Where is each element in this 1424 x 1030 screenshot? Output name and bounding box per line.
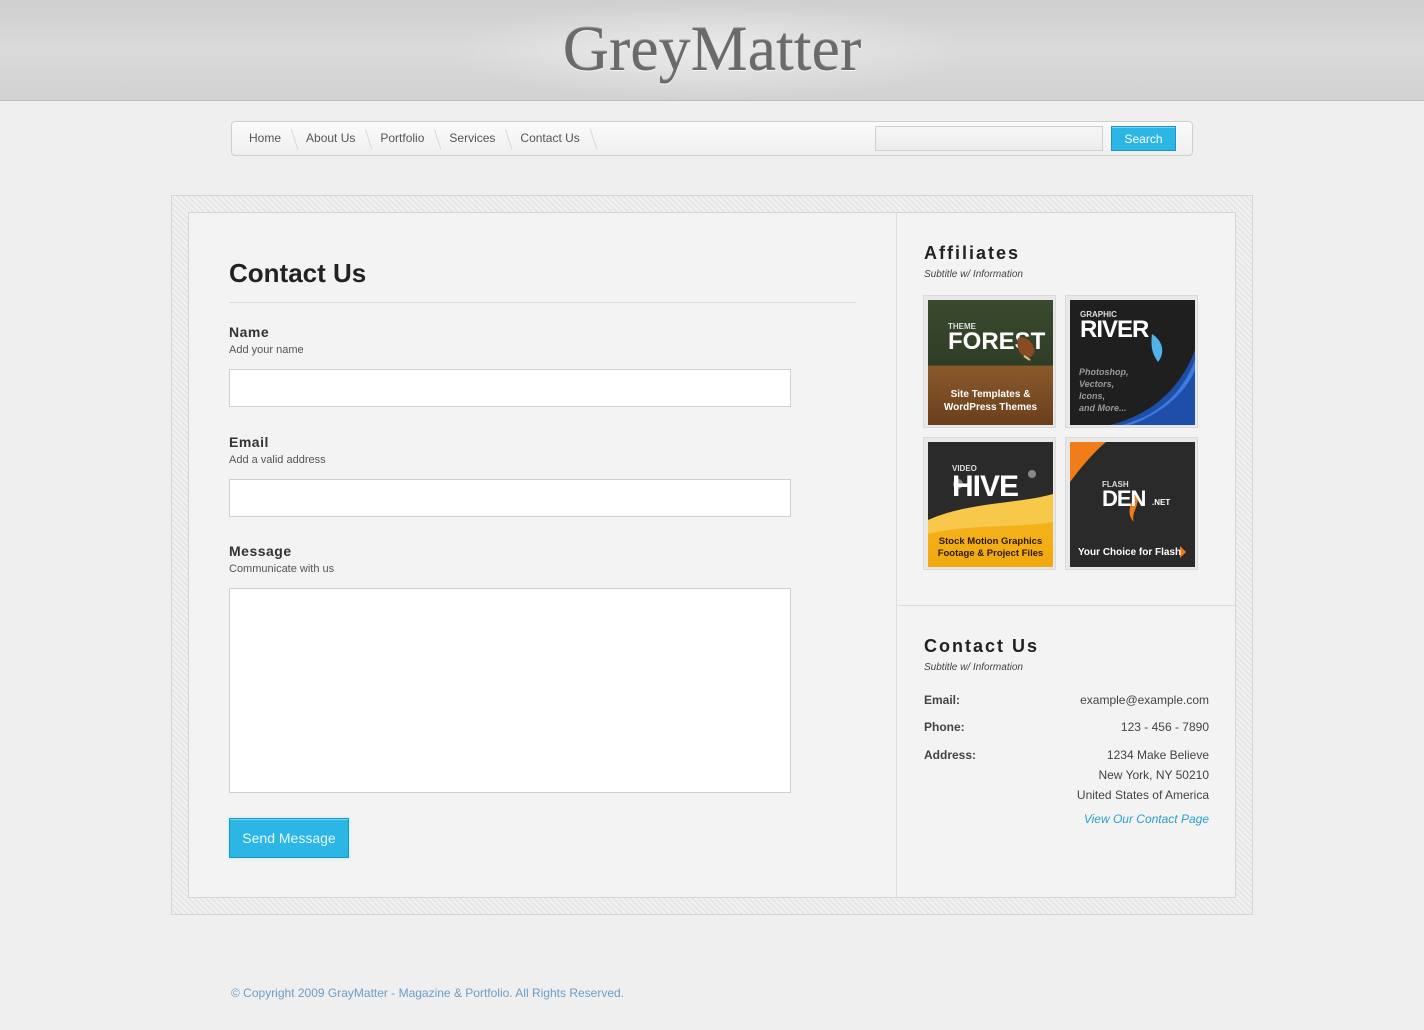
sidebar-contact-subtitle: Subtitle w/ Information	[924, 662, 1023, 673]
view-contact-page-link[interactable]: View Our Contact Page	[1084, 812, 1209, 826]
address-key: Address:	[924, 748, 977, 762]
email-label: Email	[229, 434, 269, 450]
footer-copyright: © Copyright 2009 GrayMatter - Magazine &…	[231, 986, 625, 1000]
themeforest-caption: Site Templates & WordPress Themes	[943, 389, 1038, 413]
graphicriver-feature-line: Photoshop,	[1079, 367, 1129, 377]
address-line: 1234 Make Believe	[1106, 748, 1209, 762]
sidebar-contact-title: Contact Us	[924, 636, 1040, 656]
address-line: New York, NY 50210	[1098, 768, 1209, 782]
affiliates-title: Affiliates	[924, 243, 1021, 263]
videohive-caption: Stock Motion Graphics Footage & Project …	[937, 536, 1044, 559]
themeforest-tile: THEME FOREST Site Templates & WordPress …	[928, 300, 1053, 425]
email-value: example@example.com	[1080, 693, 1209, 707]
graphicriver-tile: GRAPHIC RIVER Photoshop, Vectors, Icons,…	[1070, 300, 1195, 425]
nav-item-services[interactable]: Services	[440, 122, 511, 155]
name-hint: Add your name	[229, 344, 304, 356]
nav-item-contact-us[interactable]: Contact Us	[511, 122, 595, 155]
nav-menu: Home About Us Portfolio Services Contact…	[240, 122, 596, 155]
phone-value: 123 - 456 - 7890	[1120, 720, 1209, 734]
graphicriver-feature-line: Vectors,	[1079, 379, 1115, 389]
flashden-suffix-text: .NET	[1152, 498, 1171, 507]
graphicriver-big-text: RIVER	[1080, 316, 1149, 343]
name-field[interactable]	[229, 369, 791, 407]
flashden-tile: FLASH DEN .NET Your Choice for Flash	[1070, 442, 1195, 567]
title-divider	[229, 302, 856, 303]
graphicriver-feature-line: and More...	[1079, 403, 1127, 413]
flashden-big-text: DEN	[1102, 486, 1146, 511]
graphicriver-feature-line: Icons,	[1079, 391, 1106, 401]
message-field[interactable]	[229, 588, 791, 793]
search-input[interactable]	[875, 126, 1103, 151]
send-message-button[interactable]: Send Message	[229, 818, 349, 858]
email-hint: Add a valid address	[229, 454, 326, 466]
sidebar-divider	[899, 605, 1235, 606]
site-header: GreyMatter	[0, 0, 1424, 101]
email-field[interactable]	[229, 479, 791, 517]
page-title: Contact Us	[229, 258, 367, 288]
site-logo[interactable]: GreyMatter	[0, 12, 1424, 86]
nav-item-portfolio[interactable]: Portfolio	[371, 122, 440, 155]
column-divider	[896, 213, 897, 897]
affiliate-videohive-banner[interactable]: VIDEO HIVE Stock Motion Graphics Footage…	[923, 437, 1056, 570]
search-button[interactable]: Search	[1111, 126, 1176, 151]
hand-icon	[1017, 337, 1035, 361]
name-label: Name	[229, 324, 270, 340]
nav-item-home[interactable]: Home	[240, 122, 297, 155]
message-hint: Communicate with us	[229, 563, 335, 575]
graphicriver-features: Photoshop, Vectors, Icons, and More...	[1079, 366, 1129, 414]
nav-item-about-us[interactable]: About Us	[297, 122, 371, 155]
address-line: United States of America	[1076, 788, 1209, 802]
affiliate-flashden-banner[interactable]: FLASH DEN .NET Your Choice for Flash	[1065, 437, 1198, 570]
phone-key: Phone:	[924, 720, 965, 734]
videohive-tile: VIDEO HIVE Stock Motion Graphics Footage…	[928, 442, 1053, 567]
affiliates-subtitle: Subtitle w/ Information	[924, 269, 1023, 280]
flashden-caption: Your Choice for Flash	[1078, 547, 1182, 558]
affiliate-graphicriver-banner[interactable]: GRAPHIC RIVER Photoshop, Vectors, Icons,…	[1065, 295, 1198, 428]
message-label: Message	[229, 543, 292, 559]
main-navigation: Home About Us Portfolio Services Contact…	[231, 121, 1193, 156]
email-key: Email:	[924, 693, 961, 707]
videohive-big-text: HIVE	[952, 470, 1019, 503]
affiliate-themeforest-banner[interactable]: THEME FOREST Site Templates & WordPress …	[923, 295, 1056, 428]
